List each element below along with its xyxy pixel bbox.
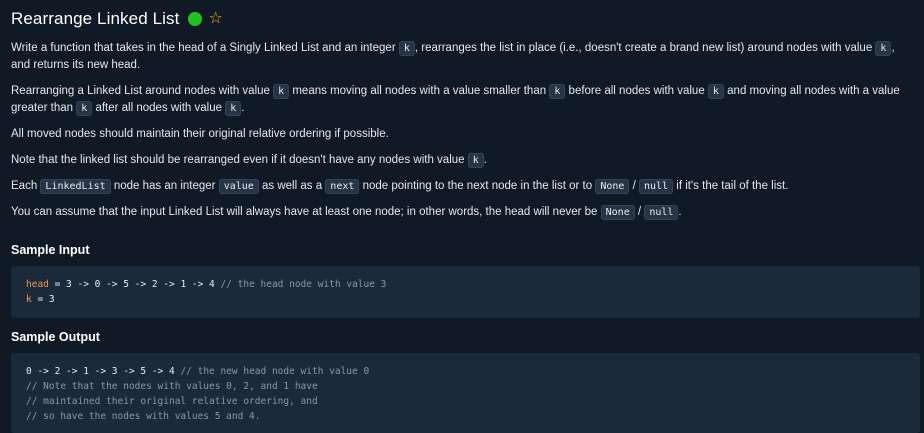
inline-code: k <box>467 153 484 168</box>
page-title: Rearrange Linked List <box>11 9 180 28</box>
description-paragraph-4: Note that the linked list should be rear… <box>11 152 916 169</box>
description-paragraph-1: Write a function that takes in the head … <box>11 40 916 74</box>
text: . <box>678 206 682 218</box>
text: / <box>629 180 639 192</box>
inline-code: k <box>707 84 724 99</box>
text: Each <box>11 180 41 192</box>
inline-code: k <box>273 84 290 99</box>
text: . <box>483 154 487 166</box>
code-value: 0 -> 2 -> 1 -> 3 -> 5 -> 4 <box>26 366 181 377</box>
inline-code: k <box>875 41 892 56</box>
star-icon[interactable]: ☆ <box>208 11 222 27</box>
inline-code: k <box>398 41 415 56</box>
inline-code: value <box>218 179 259 194</box>
text: Rearranging a Linked List around nodes w… <box>11 85 274 97</box>
title-row: Rearrange Linked List ☆ <box>11 6 924 32</box>
inline-code: None <box>600 205 635 220</box>
inline-code: next <box>325 179 360 194</box>
code-value: = 3 -> 0 -> 5 -> 2 -> 1 -> 4 <box>48 279 221 290</box>
inline-code: k <box>225 101 242 116</box>
code-comment: // maintained their original relative or… <box>26 396 318 407</box>
text: node has an integer <box>110 180 219 192</box>
inline-code: null <box>644 205 679 220</box>
code-value: = 3 <box>31 294 55 305</box>
text: . <box>241 102 245 114</box>
inline-code: null <box>639 179 674 194</box>
inline-code: None <box>595 179 630 194</box>
description-paragraph-2: Rearranging a Linked List around nodes w… <box>11 83 916 117</box>
inline-code: LinkedList <box>40 179 111 194</box>
text: before all nodes with value <box>565 85 708 97</box>
code-comment: // so have the nodes with values 5 and 4… <box>26 411 261 422</box>
inline-code: k <box>76 101 93 116</box>
sample-output-code: 0 -> 2 -> 1 -> 3 -> 5 -> 4 // the new he… <box>11 353 920 433</box>
text: You can assume that the input Linked Lis… <box>11 206 601 218</box>
text: as well as a <box>258 180 326 192</box>
text: if it's the tail of the list. <box>673 180 789 192</box>
text: node pointing to the next node in the li… <box>359 180 596 192</box>
code-variable: head <box>26 279 49 290</box>
status-dot-icon <box>188 12 203 26</box>
text: Note that the linked list should be rear… <box>11 154 468 166</box>
problem-panel: Rearrange Linked List ☆ Write a function… <box>0 0 924 433</box>
description-paragraph-5: Each LinkedList node has an integer valu… <box>11 178 916 195</box>
text: , rearranges the list in place (i.e., do… <box>414 42 876 54</box>
description-paragraph-3: All moved nodes should maintain their or… <box>11 128 389 140</box>
description-paragraph-6: You can assume that the input Linked Lis… <box>11 204 916 221</box>
sample-output-heading: Sample Output <box>11 330 100 344</box>
code-comment: // Note that the nodes with values 0, 2,… <box>26 381 318 392</box>
code-comment: // the head node with value 3 <box>220 279 387 290</box>
code-comment: // the new head node with value 0 <box>180 366 370 377</box>
text: Write a function that takes in the head … <box>11 42 399 54</box>
text: / <box>634 206 645 218</box>
text: after all nodes with value <box>92 102 226 114</box>
inline-code: k <box>549 84 566 99</box>
sample-input-heading: Sample Input <box>11 243 90 257</box>
sample-input-code: head = 3 -> 0 -> 5 -> 2 -> 1 -> 4 // the… <box>11 266 920 318</box>
text: means moving all nodes with a value smal… <box>289 85 550 97</box>
